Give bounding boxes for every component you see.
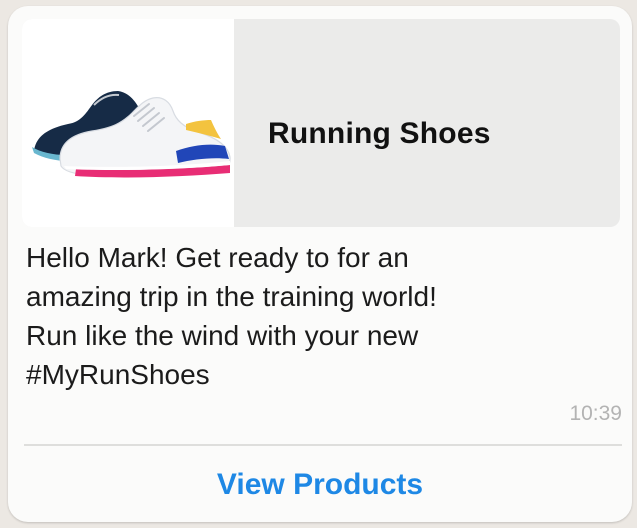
message-line: amazing trip in the training world! <box>26 281 437 312</box>
message-bubble: Running Shoes Hello Mark! Get ready to f… <box>8 6 632 522</box>
message-line: Run like the wind with your new <box>26 320 419 351</box>
message-line: Hello Mark! Get ready to for an <box>26 242 409 273</box>
product-header-card[interactable]: Running Shoes <box>22 19 620 227</box>
product-card-title: Running Shoes <box>268 117 491 150</box>
running-shoes-image <box>22 19 234 227</box>
view-products-label: View Products <box>216 468 424 501</box>
message-timestamp: 10:39 <box>569 402 622 425</box>
message-line: #MyRunShoes <box>26 359 210 390</box>
message-body: Hello Mark! Get ready to for an amazing … <box>26 238 616 394</box>
running-shoes-icon <box>32 91 231 178</box>
view-products-button[interactable]: View Products <box>8 468 632 502</box>
action-divider <box>24 444 622 446</box>
